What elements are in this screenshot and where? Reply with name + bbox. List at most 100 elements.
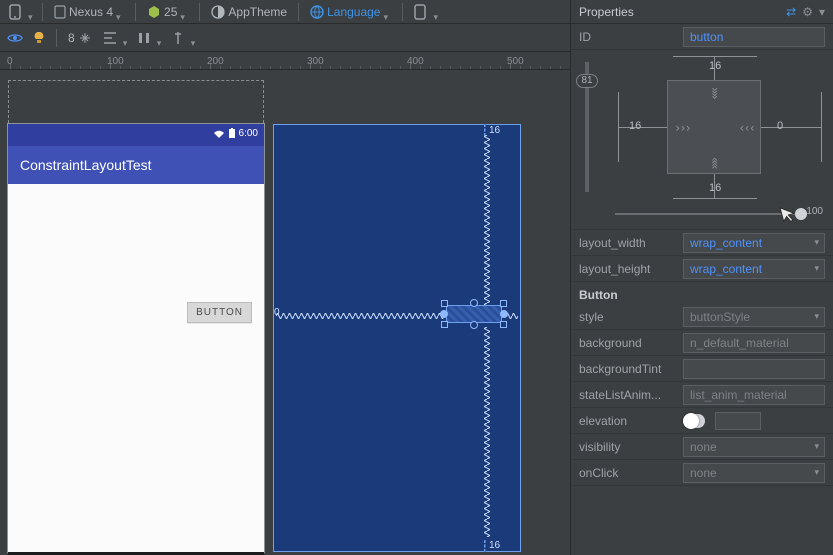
phone-variant-icon[interactable] xyxy=(409,1,431,23)
statelistanimator-field[interactable]: list_anim_material xyxy=(683,385,825,405)
prop-onclick: onClick none xyxy=(571,460,833,486)
battery-icon xyxy=(228,128,236,139)
properties-header: Properties ⇄ ⚙ ▾ xyxy=(571,0,833,24)
cw-right-line xyxy=(761,127,821,128)
style-field[interactable]: buttonStyle xyxy=(683,307,825,327)
background-label: background xyxy=(579,336,677,350)
layout-width-field[interactable]: wrap_content xyxy=(683,233,825,253)
cw-top-num[interactable]: 16 xyxy=(709,60,721,72)
eye-icon[interactable] xyxy=(4,27,26,49)
resize-handle-se[interactable] xyxy=(500,321,507,328)
section-button: Button xyxy=(571,282,833,304)
theme-name: AppTheme xyxy=(228,5,287,19)
chevron-down-icon xyxy=(116,9,124,15)
bp-bottom-spring xyxy=(484,327,490,537)
style-label: style xyxy=(579,310,677,324)
layout-height-label: layout_height xyxy=(579,262,677,276)
design-workspace: 6:00 ConstraintLayoutTest BUTTON 16 xyxy=(0,70,570,555)
swap-icon[interactable]: ⇄ xyxy=(786,5,796,19)
cw-bot-num[interactable]: 16 xyxy=(709,182,721,194)
prop-visibility: visibility none xyxy=(571,434,833,460)
default-margin[interactable]: 8 xyxy=(63,27,97,49)
onclick-field[interactable]: none xyxy=(683,463,825,483)
vertical-bias-slider[interactable]: 81 xyxy=(585,62,589,192)
cw-left-num[interactable]: 16 xyxy=(629,120,641,132)
id-field[interactable]: button xyxy=(683,27,825,47)
resize-handle-nw[interactable] xyxy=(441,300,448,307)
chevron-down-icon[interactable] xyxy=(28,9,36,15)
language-selector[interactable]: Language xyxy=(305,1,396,23)
bp-left-spring xyxy=(276,313,448,319)
chevron-down-icon[interactable] xyxy=(191,35,199,41)
elevation-label: elevation xyxy=(579,414,677,428)
prop-background: background n_default_material xyxy=(571,330,833,356)
button-widget[interactable]: BUTTON xyxy=(187,302,252,323)
default-margin-value: 8 xyxy=(68,31,75,45)
resize-handle-sw[interactable] xyxy=(441,321,448,328)
constraint-widget[interactable]: 81 »» «« ››› ‹‹‹ 16 16 0 16 100 xyxy=(571,50,833,230)
design-preview[interactable]: 6:00 ConstraintLayoutTest BUTTON xyxy=(8,124,264,552)
statelistanimator-label: stateListAnim... xyxy=(579,388,677,402)
pack-icon[interactable] xyxy=(133,27,155,49)
id-label: ID xyxy=(579,30,677,44)
prop-layout-width: layout_width wrap_content xyxy=(571,230,833,256)
bp-top-spring xyxy=(484,135,490,305)
properties-panel: Properties ⇄ ⚙ ▾ ID button 81 »» «« ››› … xyxy=(570,0,833,555)
visibility-label: visibility xyxy=(579,440,677,454)
chevron-down-icon[interactable] xyxy=(157,35,165,41)
api-selector[interactable]: 25 xyxy=(142,1,193,23)
prop-statelistanimator: stateListAnim... list_anim_material xyxy=(571,382,833,408)
constraint-anchor-bottom[interactable] xyxy=(470,321,478,329)
design-surface[interactable]: BUTTON xyxy=(8,184,264,552)
onclick-label: onClick xyxy=(579,466,677,480)
theme-selector[interactable]: AppTheme xyxy=(206,1,292,23)
chevron-down-icon xyxy=(180,9,188,15)
prop-style: style buttonStyle xyxy=(571,304,833,330)
backgroundtint-label: backgroundTint xyxy=(579,362,677,376)
chevron-down-icon[interactable] xyxy=(433,9,441,15)
cw-right-num[interactable]: 0 xyxy=(777,120,783,132)
align-icon[interactable] xyxy=(99,27,121,49)
gear-icon[interactable]: ⚙ xyxy=(802,5,813,19)
constraint-view-box[interactable]: »» «« ››› ‹‹‹ xyxy=(667,80,761,174)
constraint-anchor-top[interactable] xyxy=(470,299,478,307)
horizontal-bias-thumb[interactable] xyxy=(795,208,807,220)
resize-handle-ne[interactable] xyxy=(500,300,507,307)
wifi-icon xyxy=(213,129,225,139)
chevron-down-icon[interactable] xyxy=(123,35,131,41)
visibility-field[interactable]: none xyxy=(683,437,825,457)
backgroundtint-field[interactable] xyxy=(683,359,825,379)
layout-height-field[interactable]: wrap_content xyxy=(683,259,825,279)
properties-title: Properties xyxy=(579,5,634,19)
language-name: Language xyxy=(327,5,380,19)
chevron-down-icon xyxy=(383,9,391,15)
lightbulb-icon[interactable] xyxy=(28,27,50,49)
elevation-field[interactable] xyxy=(715,412,761,430)
prop-id-row: ID button xyxy=(571,24,833,50)
blueprint-button[interactable] xyxy=(446,305,502,323)
layout-width-label: layout_width xyxy=(579,236,677,250)
elevation-toggle[interactable] xyxy=(683,414,705,428)
constraint-anchor-right[interactable] xyxy=(500,310,508,318)
chevron-down-icon[interactable]: ▾ xyxy=(819,5,825,19)
bp-top-margin: 16 xyxy=(489,125,500,136)
bp-bot-edge xyxy=(484,540,486,552)
prop-elevation: elevation xyxy=(571,408,833,434)
phone-portrait-icon[interactable] xyxy=(4,1,26,23)
api-level: 25 xyxy=(164,5,177,19)
device-selector[interactable]: Nexus 4 xyxy=(49,1,129,23)
app-bar: ConstraintLayoutTest xyxy=(8,146,264,184)
background-field[interactable]: n_default_material xyxy=(683,333,825,353)
constraint-anchor-left[interactable] xyxy=(440,310,448,318)
bp-bottom-margin: 16 xyxy=(489,540,500,551)
vertical-bias-thumb[interactable]: 81 xyxy=(576,74,598,88)
guideline-icon[interactable] xyxy=(167,27,189,49)
horizontal-bias-value: 100 xyxy=(806,206,823,217)
status-bar: 6:00 xyxy=(8,124,264,146)
prop-backgroundtint: backgroundTint xyxy=(571,356,833,382)
cw-left-line xyxy=(618,127,667,128)
blueprint-preview[interactable]: 16 0 16 xyxy=(273,124,521,552)
device-name: Nexus 4 xyxy=(69,5,113,19)
status-time: 6:00 xyxy=(239,128,258,139)
prop-layout-height: layout_height wrap_content xyxy=(571,256,833,282)
